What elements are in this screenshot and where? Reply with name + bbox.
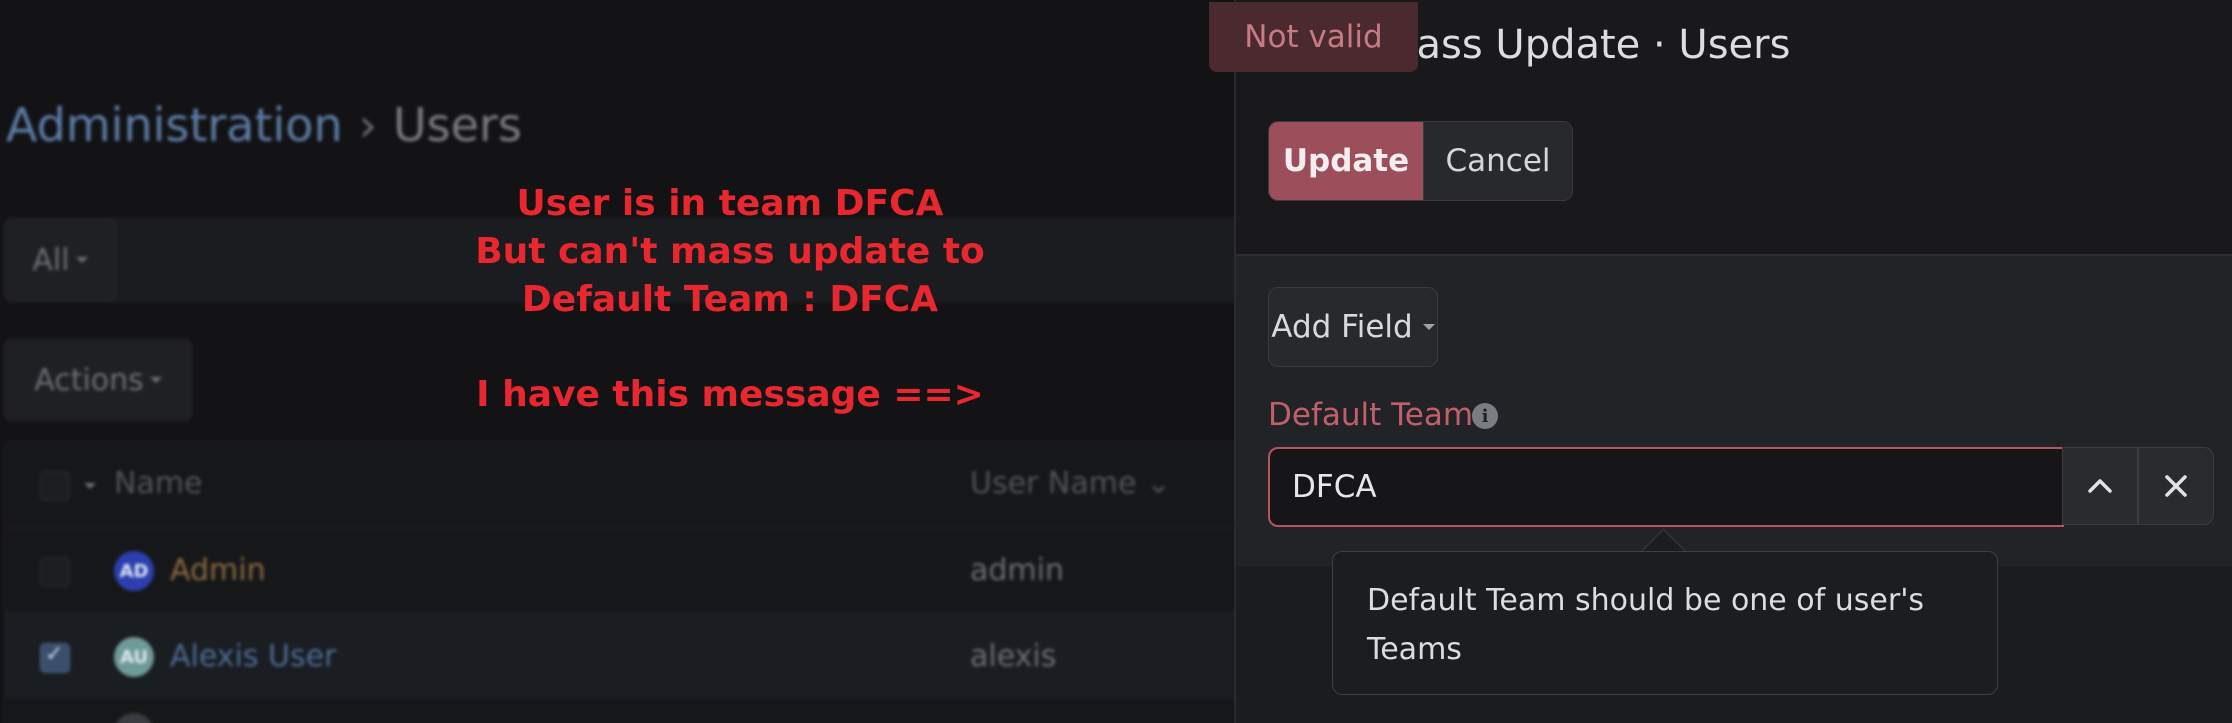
add-field-button[interactable]: Add Field [1268, 287, 1438, 367]
validation-tooltip: Default Team should be one of user's Tea… [1332, 551, 1998, 695]
row-checkbox[interactable]: ✓ [40, 642, 70, 673]
filter-all-button[interactable]: All [4, 218, 116, 302]
user-name-link[interactable]: Admin [170, 553, 266, 588]
users-list-content: Administration › Users All Actions Name Us… [0, 0, 1236, 723]
actions-label: Actions [34, 362, 144, 398]
avatar: AD [114, 551, 154, 591]
breadcrumb-current: Users [393, 98, 522, 152]
panel-button-group: Update Cancel [1268, 121, 1573, 201]
column-header-name[interactable]: Name [114, 466, 203, 501]
add-field-label: Add Field [1271, 309, 1413, 345]
users-list-page: Administration › Users All Actions Name Us… [0, 0, 1236, 723]
user-username: alexis [970, 639, 1057, 674]
default-team-label: Default Team [1268, 397, 1474, 433]
annotation-text: User is in team DFCA But can't mass upda… [440, 180, 1020, 324]
select-team-button[interactable] [2062, 447, 2138, 525]
update-button[interactable]: Update [1269, 122, 1423, 200]
breadcrumb-root-link[interactable]: Administration [6, 98, 343, 152]
chevron-down-icon: ⌄ [1145, 466, 1172, 501]
validation-message: Default Team should be one of user's Tea… [1367, 583, 1925, 667]
cancel-button[interactable]: Cancel [1423, 122, 1572, 200]
row-divider [4, 527, 1236, 528]
screen: Administration › Users All Actions Name Us… [0, 0, 2232, 723]
close-icon [2165, 475, 2187, 497]
default-team-value: DFCA [1292, 469, 1377, 505]
annotation-line: User is in team DFCA [516, 183, 944, 224]
caret-down-icon[interactable] [84, 483, 96, 489]
avatar: AU [114, 637, 154, 677]
breadcrumb-separator: › [358, 98, 378, 152]
row-checkbox[interactable] [40, 557, 70, 587]
caret-down-icon [1422, 324, 1435, 330]
annotation-message: I have this message ==> [476, 374, 984, 415]
clear-team-button[interactable] [2138, 447, 2214, 525]
select-all-checkbox[interactable] [40, 471, 70, 501]
annotation-line: But can't mass update to [475, 231, 985, 272]
caret-down-icon [149, 377, 162, 383]
breadcrumb: Administration › Users [6, 98, 522, 152]
user-name-link[interactable]: Alexis User [170, 639, 336, 674]
user-username: admin [970, 553, 1064, 588]
annotation-line: Default Team : DFCA [521, 279, 939, 320]
panel-body: Add Field Default Team i DFCA [1236, 256, 2232, 566]
checkmark-icon: ✓ [45, 642, 64, 667]
actions-button[interactable]: Actions [4, 339, 192, 421]
column-header-username-label: User Name [970, 466, 1137, 501]
chevron-up-icon [2088, 479, 2112, 493]
filter-all-label: All [32, 242, 70, 278]
column-header-username[interactable]: User Name ⌄ [970, 466, 1171, 501]
default-team-input[interactable]: DFCA [1268, 447, 2064, 527]
info-icon[interactable]: i [1472, 403, 1498, 429]
error-toast: Not valid [1209, 2, 1418, 72]
caret-down-icon [75, 257, 88, 263]
panel-title: Mass Update · Users [1382, 22, 1791, 68]
